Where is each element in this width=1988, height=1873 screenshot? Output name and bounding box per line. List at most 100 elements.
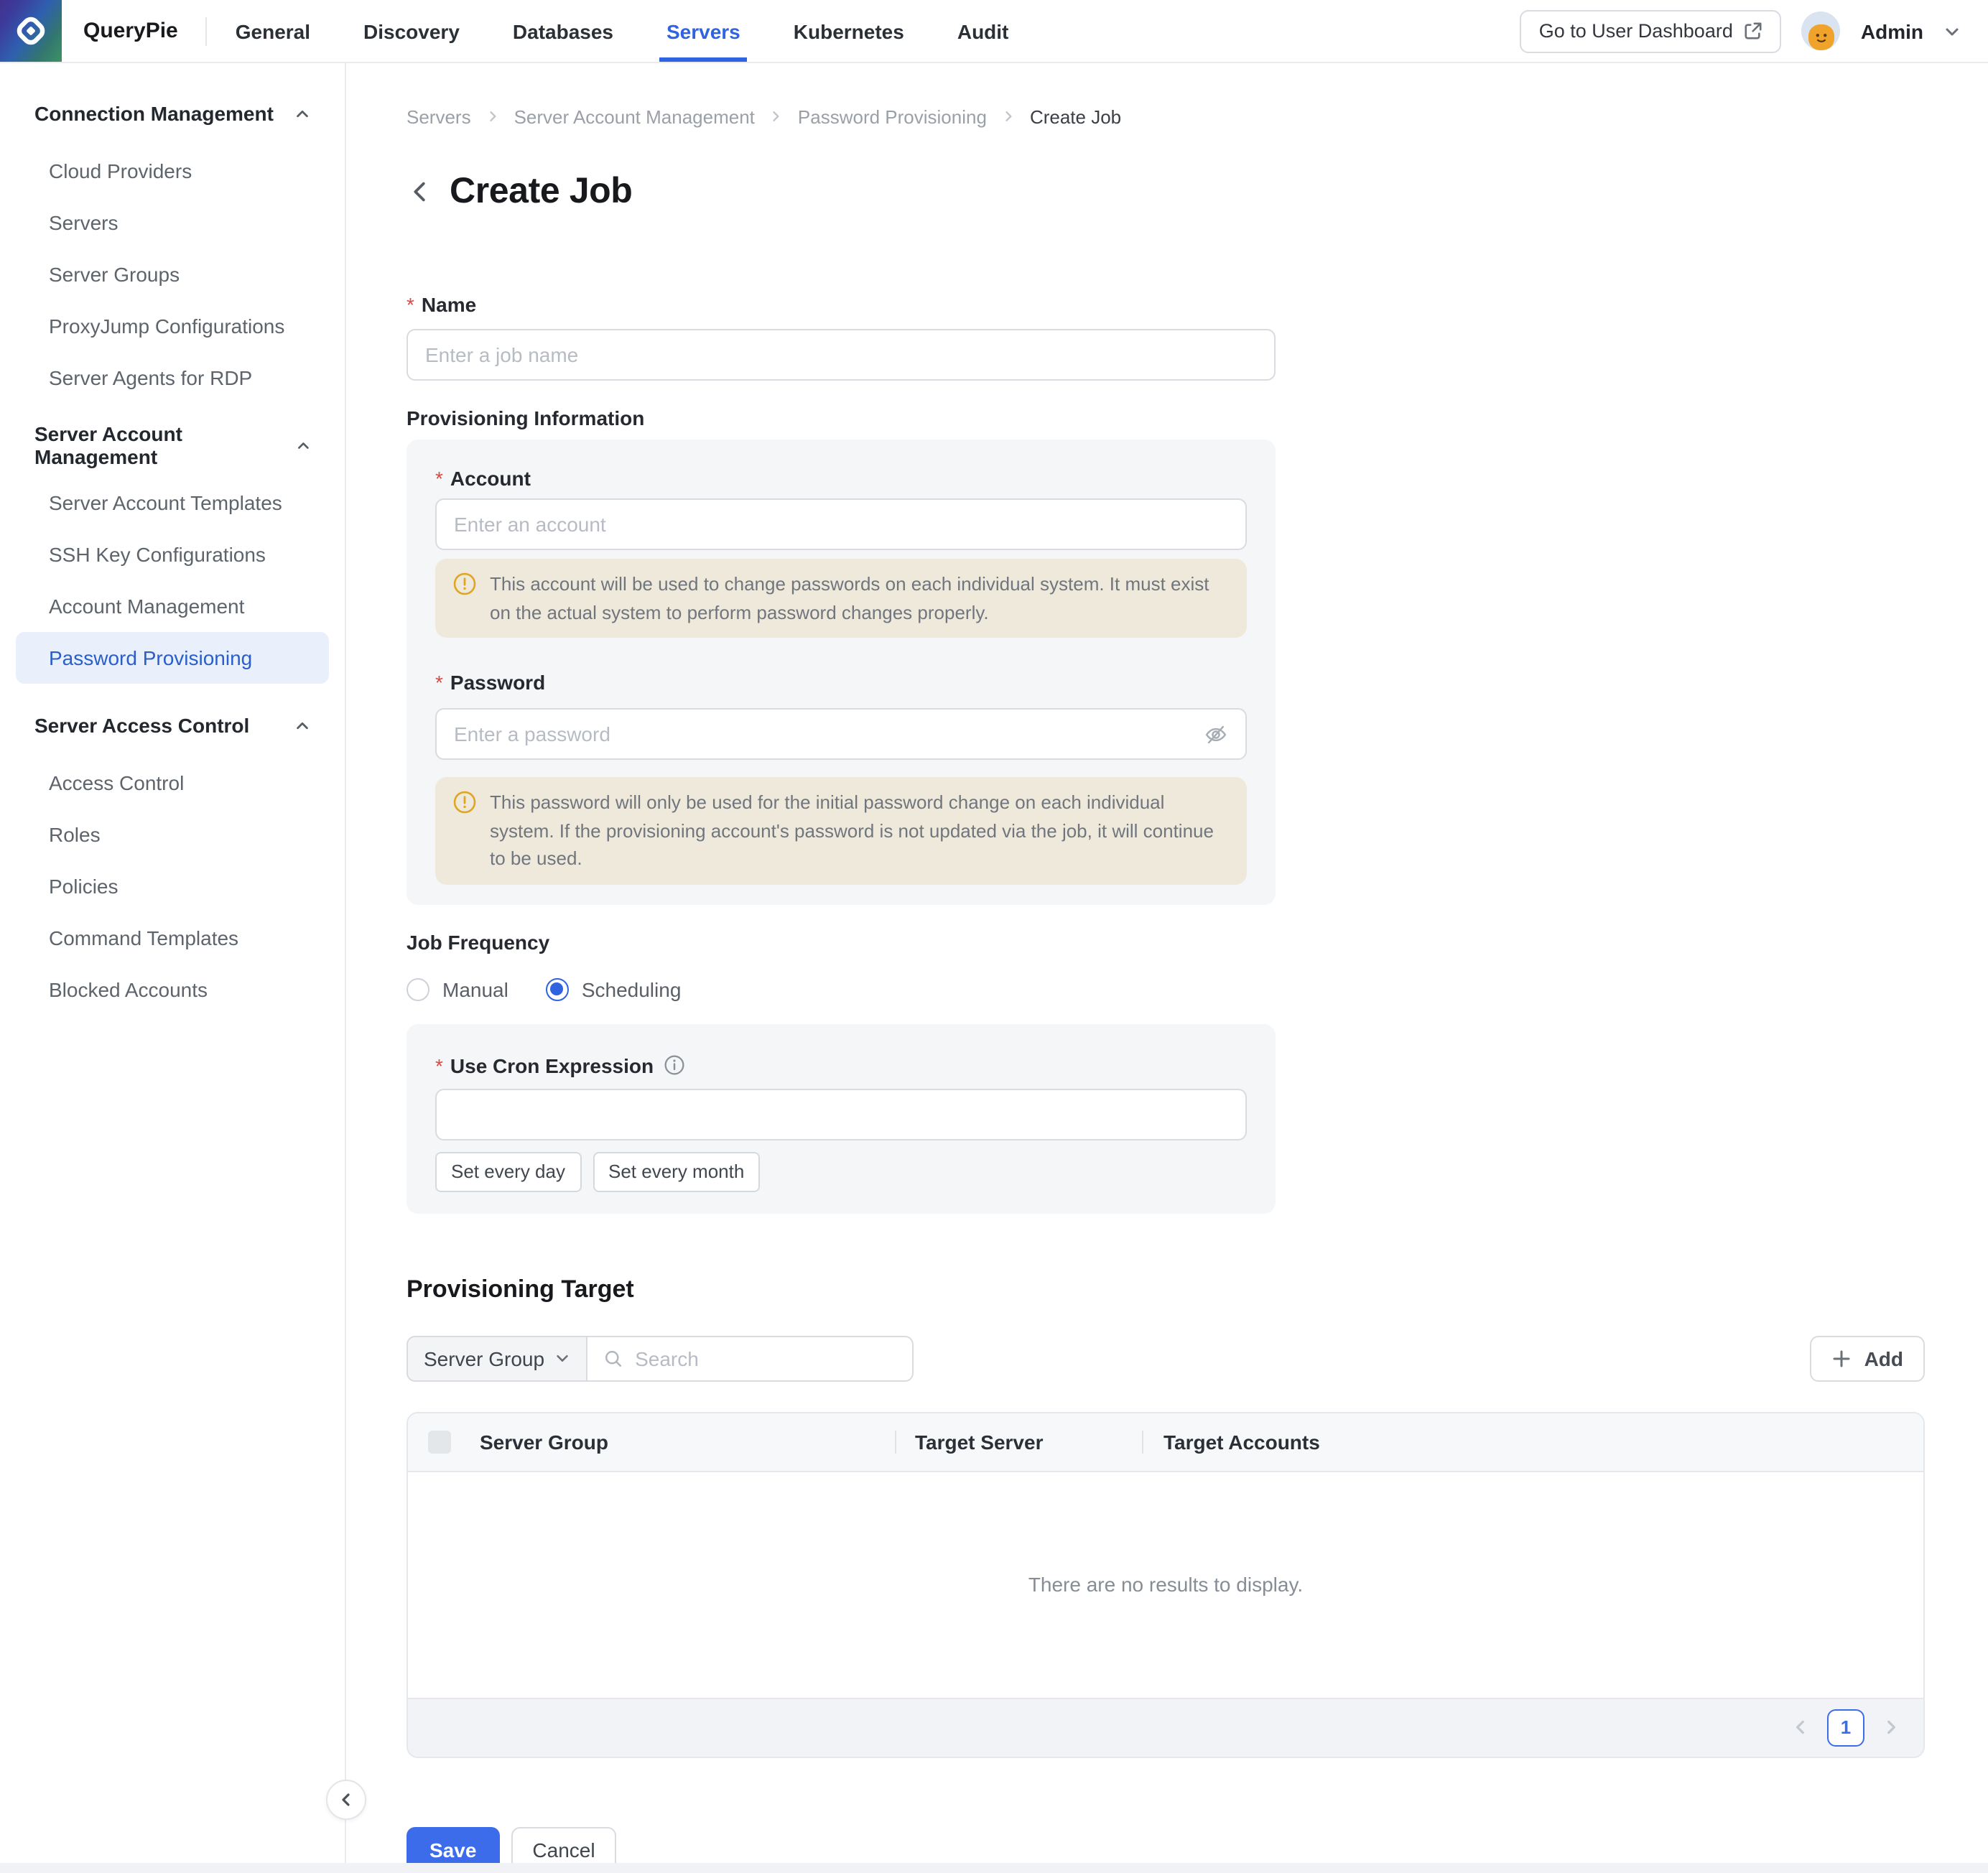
account-label: * Account xyxy=(435,465,1247,490)
sidebar-item-proxyjump-configurations[interactable]: ProxyJump Configurations xyxy=(16,300,329,352)
sidebar-item-servers[interactable]: Servers xyxy=(16,197,329,248)
table-header-checkbox-cell xyxy=(408,1413,480,1470)
info-circle-icon[interactable] xyxy=(664,1054,685,1076)
chevron-up-icon xyxy=(294,717,310,733)
querypie-logo[interactable] xyxy=(0,0,62,62)
cancel-button[interactable]: Cancel xyxy=(511,1826,616,1872)
password-input[interactable] xyxy=(454,722,1204,745)
account-warning: This account will be used to change pass… xyxy=(435,559,1247,638)
radio-scheduling-label: Scheduling xyxy=(582,977,682,1000)
warning-circle-icon xyxy=(452,572,477,596)
set-every-month-button[interactable]: Set every month xyxy=(593,1151,760,1191)
sidebar-header-label: Connection Management xyxy=(34,102,274,125)
add-button-label: Add xyxy=(1864,1347,1903,1370)
table-header-target-server[interactable]: Target Server xyxy=(895,1413,1142,1470)
cron-label: * Use Cron Expression xyxy=(435,1054,654,1077)
password-input-wrapper xyxy=(435,708,1247,760)
external-link-icon xyxy=(1745,22,1763,40)
breadcrumb-separator-icon xyxy=(769,109,784,124)
save-button[interactable]: Save xyxy=(407,1826,499,1872)
sidebar-item-server-groups[interactable]: Server Groups xyxy=(16,248,329,300)
breadcrumb-server-account-management[interactable]: Server Account Management xyxy=(514,106,755,127)
sidebar-item-server-account-templates[interactable]: Server Account Templates xyxy=(16,477,329,529)
radio-option-manual[interactable]: Manual xyxy=(407,977,508,1000)
radio-manual-label: Manual xyxy=(442,977,508,1000)
search-field-select[interactable]: Server Group xyxy=(407,1335,587,1381)
back-chevron-icon xyxy=(407,177,434,205)
target-search-group: Server Group xyxy=(407,1335,914,1381)
sidebar-item-blocked-accounts[interactable]: Blocked Accounts xyxy=(16,964,329,1015)
required-asterisk: * xyxy=(435,670,443,693)
empty-results-text: There are no results to display. xyxy=(1028,1573,1303,1596)
topbar-right: Go to User Dashboard Admin xyxy=(1520,0,1988,62)
add-target-button[interactable]: Add xyxy=(1810,1335,1925,1381)
sidebar-item-access-control[interactable]: Access Control xyxy=(16,757,329,809)
user-menu-chevron-down-icon[interactable] xyxy=(1943,22,1961,39)
topbar-divider xyxy=(205,17,207,45)
radio-scheduling-circle[interactable] xyxy=(546,977,569,1000)
nav-discovery[interactable]: Discovery xyxy=(363,0,460,62)
nav-servers[interactable]: Servers xyxy=(666,0,740,62)
sidebar-section-server-access-control: Server Access Control Access Control Rol… xyxy=(0,711,345,1015)
sidebar-collapse-button[interactable] xyxy=(326,1780,366,1820)
radio-option-scheduling[interactable]: Scheduling xyxy=(546,977,682,1000)
breadcrumb: Servers Server Account Management Passwo… xyxy=(407,103,1925,129)
top-navigation: General Discovery Databases Servers Kube… xyxy=(236,0,1009,62)
chevron-up-icon xyxy=(295,437,310,453)
breadcrumb-password-provisioning[interactable]: Password Provisioning xyxy=(798,106,987,127)
sidebar-item-command-templates[interactable]: Command Templates xyxy=(16,912,329,964)
nav-kubernetes[interactable]: Kubernetes xyxy=(794,0,904,62)
table-header-target-accounts[interactable]: Target Accounts xyxy=(1142,1413,1923,1470)
cron-preset-buttons: Set every day Set every month xyxy=(435,1151,1247,1191)
breadcrumb-separator-icon xyxy=(1001,109,1016,124)
job-form: * Name Provisioning Information * Accoun… xyxy=(407,292,1276,1213)
sidebar-header-connection-management[interactable]: Connection Management xyxy=(0,99,345,128)
provisioning-information-panel: * Account This account will be used to c… xyxy=(407,440,1276,904)
go-to-user-dashboard-label: Go to User Dashboard xyxy=(1539,20,1733,42)
table-header-row: Server Group Target Server Target Accoun… xyxy=(408,1413,1923,1472)
eye-off-icon[interactable] xyxy=(1204,722,1228,746)
account-input[interactable] xyxy=(454,513,1228,536)
set-every-day-button[interactable]: Set every day xyxy=(435,1151,581,1191)
cron-label-row: * Use Cron Expression xyxy=(435,1052,1247,1078)
user-name[interactable]: Admin xyxy=(1861,19,1923,42)
radio-manual-circle[interactable] xyxy=(407,977,429,1000)
nav-databases[interactable]: Databases xyxy=(513,0,613,62)
avatar-smiley-icon xyxy=(1806,22,1837,50)
pagination-next-button[interactable] xyxy=(1882,1718,1900,1737)
job-name-input[interactable] xyxy=(425,343,1257,366)
pagination-page-1[interactable]: 1 xyxy=(1827,1709,1864,1746)
app-root: QueryPie General Discovery Databases Ser… xyxy=(0,0,1988,1873)
chevron-up-icon xyxy=(294,106,310,121)
main-content: Servers Server Account Management Passwo… xyxy=(348,62,1988,1873)
sidebar-header-server-access-control[interactable]: Server Access Control xyxy=(0,711,345,740)
search-field-select-label: Server Group xyxy=(424,1347,544,1370)
sidebar-header-label: Server Account Management xyxy=(34,422,295,468)
go-to-user-dashboard-button[interactable]: Go to User Dashboard xyxy=(1520,9,1782,52)
pagination-prev-button[interactable] xyxy=(1791,1718,1810,1737)
nav-audit[interactable]: Audit xyxy=(957,0,1009,62)
account-label-text: Account xyxy=(450,466,531,489)
page-title: Create Job xyxy=(450,170,632,212)
nav-general[interactable]: General xyxy=(236,0,310,62)
sidebar-item-ssh-key-configurations[interactable]: SSH Key Configurations xyxy=(16,529,329,580)
select-all-checkbox[interactable] xyxy=(428,1430,451,1453)
sidebar-item-server-agents-for-rdp[interactable]: Server Agents for RDP xyxy=(16,352,329,404)
chevron-left-icon xyxy=(1791,1718,1810,1737)
sidebar-item-roles[interactable]: Roles xyxy=(16,809,329,860)
sidebar-item-password-provisioning[interactable]: Password Provisioning xyxy=(16,632,329,684)
sidebar-item-cloud-providers[interactable]: Cloud Providers xyxy=(16,145,329,197)
sidebar-header-server-account-management[interactable]: Server Account Management xyxy=(0,431,345,460)
table-header-server-group[interactable]: Server Group xyxy=(480,1413,895,1470)
page-title-row: Create Job xyxy=(407,168,1925,214)
querypie-logo-icon xyxy=(13,13,49,49)
breadcrumb-servers[interactable]: Servers xyxy=(407,106,471,127)
plus-icon xyxy=(1831,1348,1852,1368)
password-label: * Password xyxy=(435,669,1247,694)
target-search-input[interactable] xyxy=(635,1347,896,1370)
cron-expression-input[interactable] xyxy=(437,1089,1245,1138)
sidebar-item-account-management[interactable]: Account Management xyxy=(16,580,329,632)
user-avatar[interactable] xyxy=(1802,11,1841,50)
sidebar-item-policies[interactable]: Policies xyxy=(16,860,329,912)
back-button[interactable] xyxy=(407,177,434,205)
